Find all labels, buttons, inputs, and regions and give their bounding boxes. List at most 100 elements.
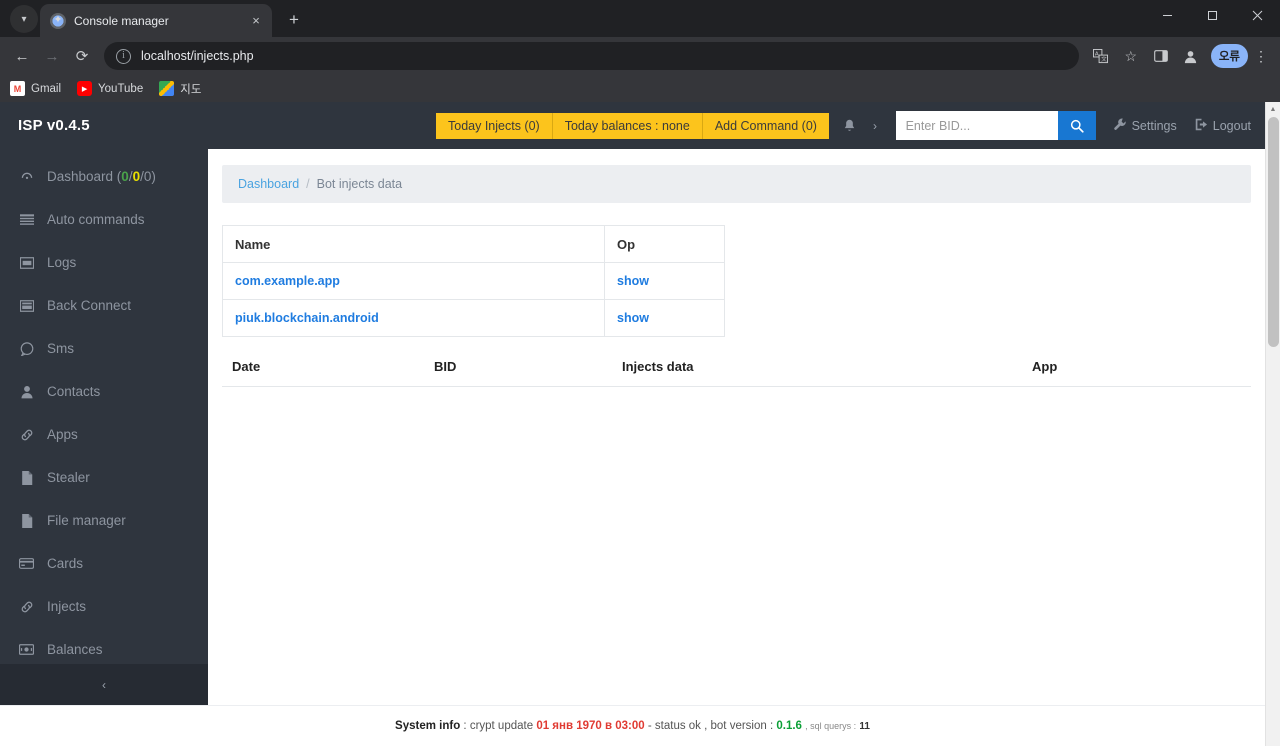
sidebar-item-file-manager[interactable]: File manager [0,499,208,542]
browser-tab[interactable]: ✦ Console manager × [40,4,272,37]
profile-badge[interactable]: 오류 [1210,44,1248,68]
page-scrollbar[interactable]: ▲ [1265,102,1280,746]
sidebar-item-contacts[interactable]: Contacts [0,370,208,413]
settings-link[interactable]: Settings [1113,117,1177,134]
apps-table-header-name: Name [222,225,605,263]
show-link[interactable]: show [617,311,649,325]
injects-table: Date BID Injects data App [222,359,1251,387]
maximize-button[interactable] [1190,0,1235,31]
dashboard-count-online: 0 [121,169,129,184]
sidebar-item-cards[interactable]: Cards [0,542,208,585]
logout-link[interactable]: Logout [1195,118,1251,134]
close-window-button[interactable] [1235,0,1280,31]
app-brand: ISP v0.4.5 [18,117,90,134]
sidebar-item-apps[interactable]: Apps [0,413,208,456]
bookmark-gmail[interactable]: M Gmail [10,81,61,96]
forward-icon[interactable]: → [38,42,66,70]
reload-icon[interactable]: ⟳ [68,42,96,70]
footer-system-info: System info : crypt update 01 янв 1970 в… [395,720,870,732]
address-bar[interactable]: i localhost/injects.php [104,42,1079,70]
injects-table-header-row: Date BID Injects data App [222,359,1251,387]
site-info-icon[interactable]: i [116,48,131,64]
logout-icon [1195,118,1208,134]
add-command-button[interactable]: Add Command (0) [702,112,829,139]
sidebar-item-balances[interactable]: Balances [0,628,208,664]
search-input[interactable] [895,111,1058,140]
apps-table-cell-name: piuk.blockchain.android [222,299,605,337]
sidebar-item-label: Dashboard (0/0/0) [47,169,156,184]
sidebar-item-injects[interactable]: Injects [0,585,208,628]
injects-header-app: App [1032,359,1251,387]
svg-text:A: A [1095,51,1099,57]
sidebar-item-dashboard[interactable]: Dashboard (0/0/0) [0,155,208,198]
link-icon [18,428,35,442]
table-row: com.example.app show [222,262,725,300]
back-icon[interactable]: ← [8,42,36,70]
profile-icon[interactable] [1177,42,1205,70]
list-icon [18,213,35,226]
bookmark-star-icon[interactable]: ☆ [1117,42,1145,70]
main-content: Today Injects (0) Today balances : none … [208,102,1265,705]
gmail-icon: M [10,81,25,96]
show-link[interactable]: show [617,274,649,288]
footer-sql-label: , sql querys : [805,721,857,731]
sidebar-item-label: Logs [47,255,77,270]
translate-icon[interactable]: A 文 [1087,42,1115,70]
chevron-down-icon: ▾ [21,13,27,25]
today-balances-button[interactable]: Today balances : none [552,112,703,139]
today-injects-button[interactable]: Today Injects (0) [436,112,553,139]
money-icon [18,644,35,655]
sidebar-item-logs[interactable]: Logs [0,241,208,284]
app-name-link[interactable]: piuk.blockchain.android [235,311,379,325]
scroll-up-icon[interactable]: ▲ [1265,102,1280,117]
scrollbar-track[interactable] [1265,117,1280,746]
topbar-chevron-right-icon[interactable]: › [865,119,885,133]
browser-menu-icon[interactable]: ⋮ [1250,42,1272,70]
app-name-link[interactable]: com.example.app [235,274,340,288]
file-icon [18,470,35,485]
dashboard-suffix: ) [151,169,156,184]
app-topbar: Today Injects (0) Today balances : none … [208,102,1265,149]
sidebar-item-stealer[interactable]: Stealer [0,456,208,499]
notifications-bell-icon[interactable] [835,113,865,139]
injects-header-data: Injects data [622,359,1032,387]
footer-status: - status ok , bot version : [644,720,777,732]
card-icon [18,558,35,569]
toolbar-actions: A 文 ☆ 오류 ⋮ [1087,42,1272,70]
globe-icon: ✦ [50,12,66,29]
bid-search [895,111,1096,140]
side-panel-icon[interactable] [1147,42,1175,70]
svg-text:文: 文 [1101,55,1107,63]
sidebar-item-sms[interactable]: Sms [0,327,208,370]
browser-window: ▾ ✦ Console manager × + ← → ⟳ i localhos… [0,0,1280,746]
tab-search-button[interactable]: ▾ [10,5,38,33]
minimize-button[interactable] [1145,0,1190,31]
dashboard-text: Dashboard ( [47,169,122,184]
web-page: ISP v0.4.5 Dashboard (0/0/0) Auto comman… [0,102,1265,746]
sidebar-item-label: Back Connect [47,298,132,313]
apps-table-cell-op: show [604,299,725,337]
bookmark-maps[interactable]: 지도 [159,81,201,97]
table-row: piuk.blockchain.android show [222,299,725,337]
injects-header-bid: BID [434,359,622,387]
browser-toolbar: ← → ⟳ i localhost/injects.php A 文 ☆ 오류 ⋮ [0,37,1280,75]
sidebar-collapse-button[interactable]: ‹ [0,664,208,705]
search-button[interactable] [1057,111,1096,140]
apps-table-wrap: Name Op com.example.app show piuk.blockc… [222,225,1251,337]
sidebar-item-auto-commands[interactable]: Auto commands [0,198,208,241]
window-icon [18,256,35,269]
sidebar-nav: Dashboard (0/0/0) Auto commands Logs Bac… [0,149,208,664]
scrollbar-thumb[interactable] [1267,117,1279,347]
footer-bot-version: 0.1.6 [776,720,802,732]
sidebar-item-label: Auto commands [47,212,145,227]
new-tab-button[interactable]: + [280,5,308,33]
footer-crypt-update: 01 янв 1970 в 03:00 [536,720,645,732]
close-icon[interactable]: × [248,13,264,29]
sidebar-item-label: Contacts [47,384,101,399]
page-footer: System info : crypt update 01 янв 1970 в… [0,705,1265,746]
bookmark-youtube[interactable]: ▶ YouTube [77,81,143,96]
breadcrumb-dashboard-link[interactable]: Dashboard [238,177,299,191]
footer-sep1: : crypt update [460,720,537,732]
bookmark-label: YouTube [98,82,144,95]
sidebar-item-back-connect[interactable]: Back Connect [0,284,208,327]
